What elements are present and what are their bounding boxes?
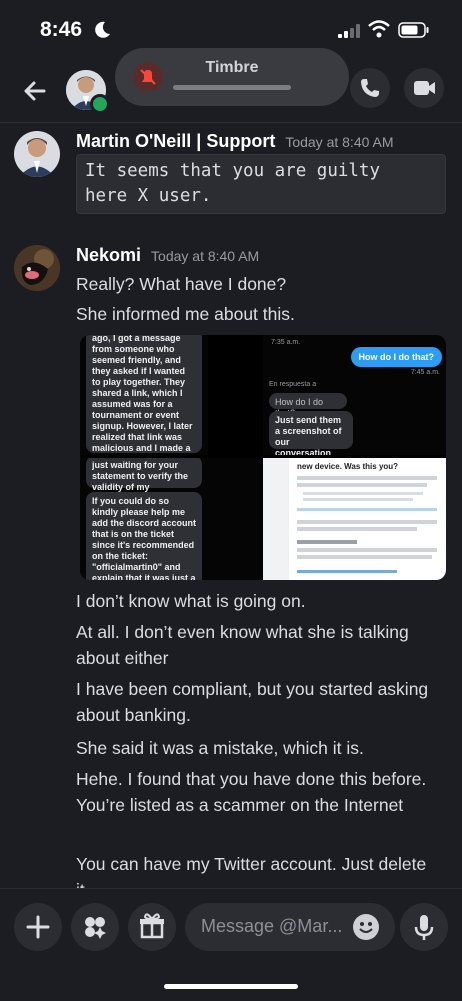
attachment-image[interactable]: 7:35 a.m. How do I do that? 7:45 a.m. En… — [263, 335, 446, 455]
screenshot-reply-bubble: Just send them a screenshot of our conve… — [269, 411, 353, 455]
message-text: Really? What have I done? — [76, 274, 287, 294]
signal-icon — [338, 24, 360, 38]
message-timestamp: Today at 8:40 AM — [151, 248, 260, 264]
notification-title: Timbre — [205, 59, 259, 76]
ringer-notification: Timbre — [115, 48, 349, 106]
apps-sparkle-icon — [85, 917, 106, 939]
smiley-icon — [359, 922, 373, 933]
avatar-photo-icon — [14, 131, 60, 177]
apps-button[interactable] — [71, 903, 119, 951]
voice-call-button[interactable] — [350, 68, 390, 108]
screenshot-quote: How do I do that? — [269, 393, 347, 418]
screenshot-text: ago, I got a message from someone who se… — [86, 335, 202, 455]
message-text: She informed me about this. — [76, 304, 295, 324]
message-text: Hehe. I found that you have done this be… — [76, 769, 427, 815]
code-line: It seems that you are guilty — [85, 161, 381, 181]
dog-avatar-icon — [14, 245, 60, 291]
nekomi-avatar[interactable] — [14, 245, 60, 291]
message-text: I don’t know what is going on. — [76, 591, 306, 611]
author-name[interactable]: Nekomi — [76, 245, 141, 265]
online-status-indicator — [90, 94, 110, 114]
back-arrow-icon[interactable] — [18, 74, 52, 108]
screenshot-sent-bubble: How do I do that? — [350, 347, 442, 367]
video-camera-icon — [414, 81, 435, 95]
screenshot-reply-label: En respuesta a — [269, 381, 317, 388]
message-author[interactable]: Martin O'Neill | Support Today at 8:40 AM — [76, 131, 394, 152]
microphone-icon — [414, 915, 434, 940]
attachment-image[interactable]: new device. Was this you? — [263, 458, 446, 580]
image-attachments[interactable]: ago, I got a message from someone who se… — [80, 335, 446, 580]
phone-icon — [361, 79, 379, 97]
message-text: At all. I don’t even know what she is ta… — [76, 622, 409, 668]
status-time: 8:46 — [40, 18, 83, 41]
code-block: It seems that you are guilty here X user. — [76, 154, 446, 214]
plus-icon — [26, 915, 50, 939]
author-name[interactable]: Martin O'Neill | Support — [76, 131, 275, 151]
battery-icon — [398, 22, 429, 38]
screenshot-email-title: new device. Was this you? — [297, 462, 399, 471]
screenshot-text: If you could do so kindly please help me… — [86, 492, 202, 580]
gift-icon — [140, 913, 164, 939]
attachment-image[interactable]: ago, I got a message from someone who se… — [80, 335, 260, 455]
video-call-button[interactable] — [404, 68, 444, 108]
home-indicator[interactable] — [164, 984, 298, 989]
voice-message-button[interactable] — [400, 903, 448, 951]
screenshot-time: 7:45 a.m. — [410, 369, 440, 376]
support-avatar[interactable] — [14, 131, 60, 177]
chat-messages[interactable]: Martin O'Neill | Support Today at 8:40 AM… — [0, 123, 462, 888]
moon-icon — [95, 21, 110, 38]
gift-button[interactable] — [128, 903, 176, 951]
message-text: I have been compliant, but you started a… — [76, 679, 429, 725]
screenshot-time: 7:35 a.m. — [271, 339, 301, 346]
wifi-icon — [368, 20, 390, 38]
screenshot-text: just waiting for your statement to verif… — [86, 458, 202, 503]
code-line: here X user. — [85, 186, 212, 206]
message-input[interactable]: Message @Mar... — [185, 903, 395, 951]
message-input-placeholder: Message @Mar... — [201, 916, 343, 936]
message-text: You can have my Twitter account. Just de… — [76, 854, 427, 888]
message-author[interactable]: Nekomi Today at 8:40 AM — [76, 245, 259, 266]
message-text: She said it was a mistake, which it is. — [76, 738, 364, 758]
attachment-image[interactable]: just waiting for your statement to verif… — [80, 458, 260, 580]
message-timestamp: Today at 8:40 AM — [285, 134, 394, 150]
volume-bar — [173, 85, 291, 90]
add-attachment-button[interactable] — [14, 903, 62, 951]
emoji-button[interactable] — [353, 914, 379, 940]
